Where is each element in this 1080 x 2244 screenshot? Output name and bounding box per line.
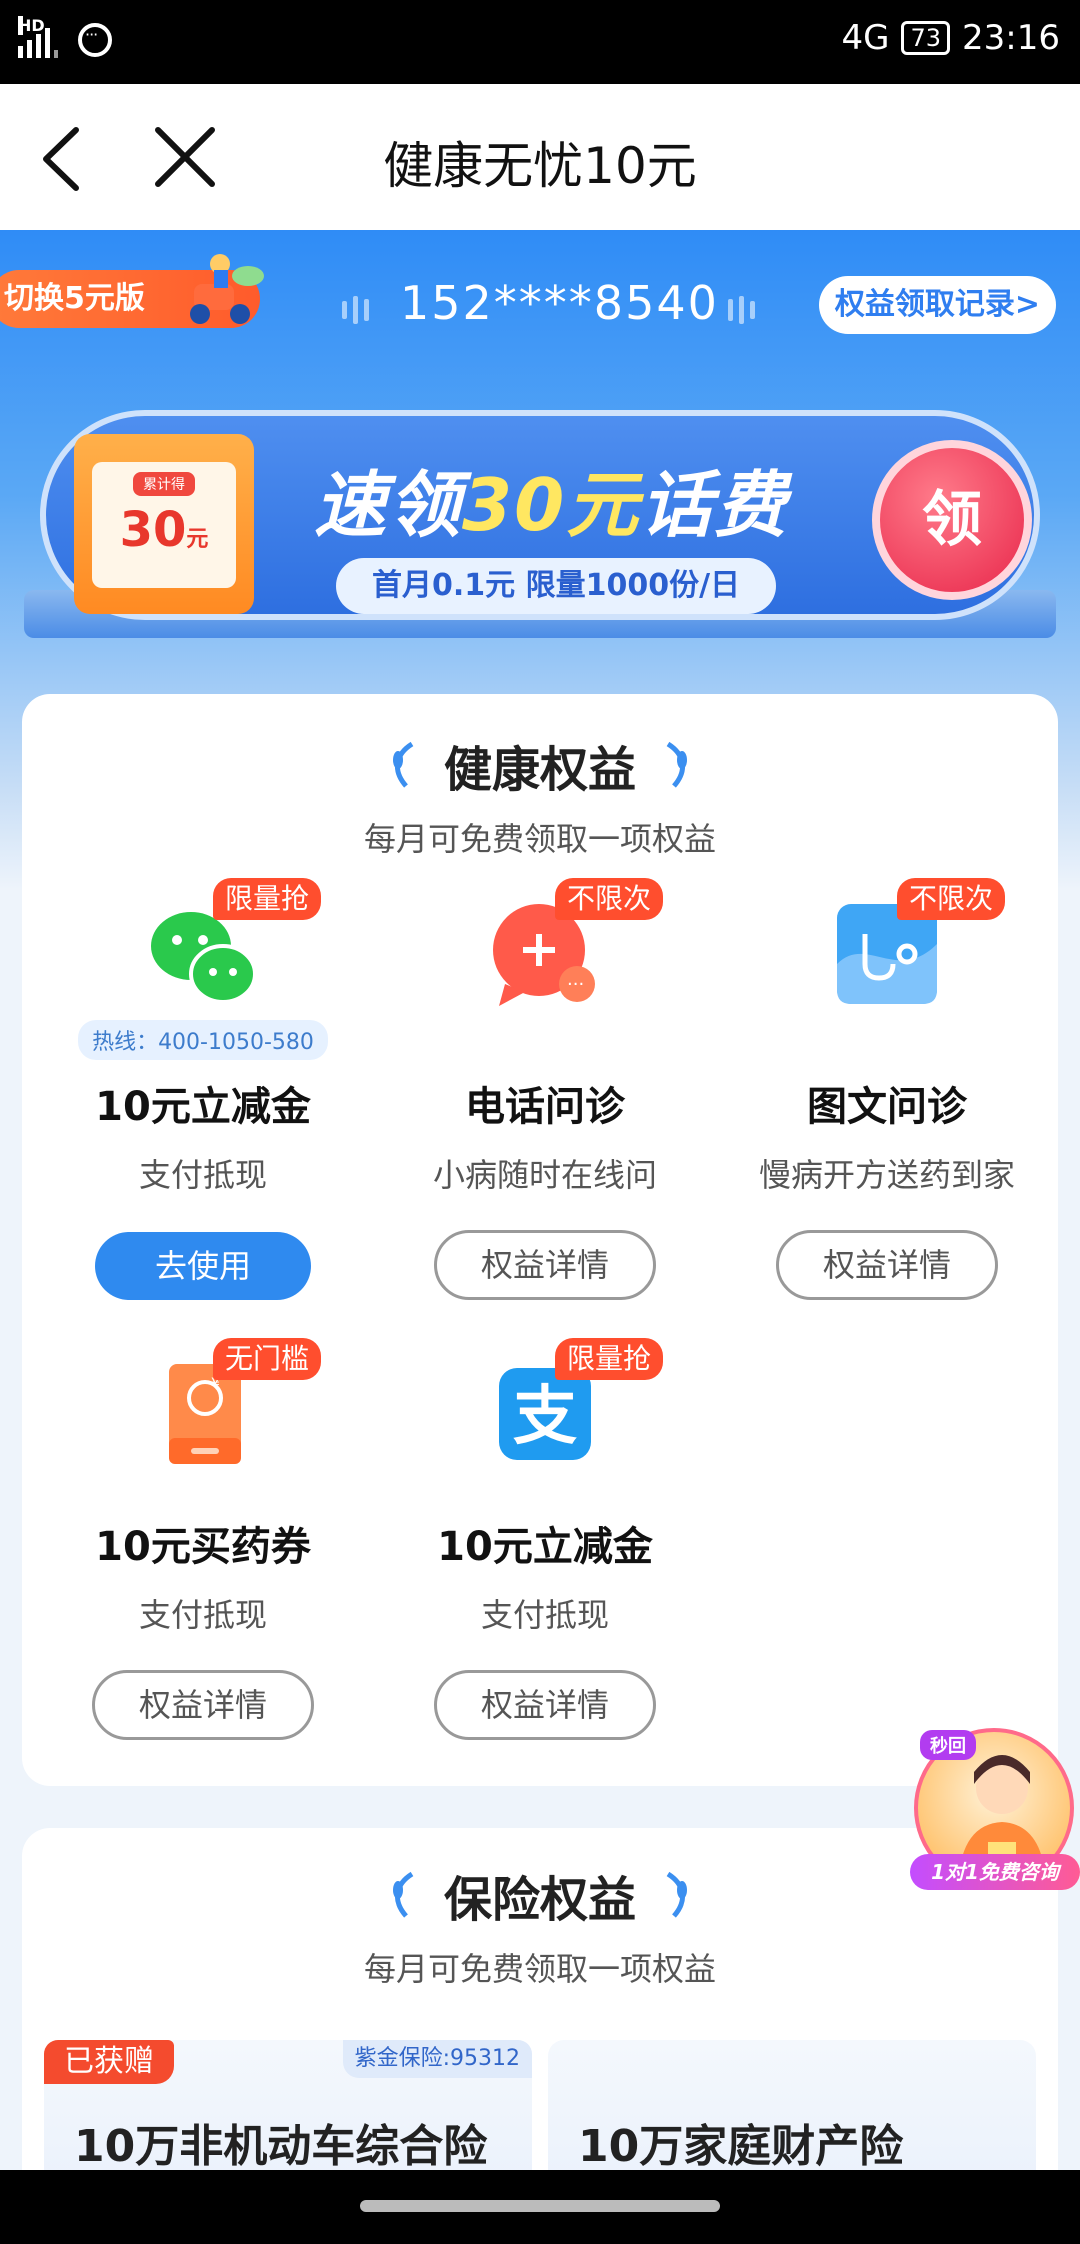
message-icon <box>78 23 112 57</box>
health-section-title: 健康权益 <box>443 742 636 798</box>
signal-icon: HD <box>18 16 58 58</box>
hd-label: HD <box>18 16 45 35</box>
benefit-item-text-consult[interactable]: 不限次 图文问诊 慢病开方送药到家 权益详情 <box>716 878 1058 1300</box>
detail-button[interactable]: 权益详情 <box>434 1230 656 1300</box>
free-consult-float-button[interactable]: 秒回 1对1免费咨询 <box>910 1728 1080 1898</box>
decor-bars-right <box>728 296 755 324</box>
hotline-label: 热线：400-1050-580 <box>78 1020 328 1060</box>
benefit-subtitle: 小病随时在线问 <box>432 1156 657 1194</box>
promo-title-highlight: 30元 <box>462 463 641 547</box>
home-indicator[interactable] <box>360 2200 720 2212</box>
gifted-badge: 已获赠 <box>44 2040 174 2084</box>
gift-tag: 累计得 <box>133 472 195 496</box>
status-badge: 不限次 <box>555 878 664 920</box>
detail-button[interactable]: 权益详情 <box>434 1670 656 1740</box>
svg-text:···: ··· <box>567 974 584 995</box>
promo-title-c: 话费 <box>640 463 789 547</box>
laurel-left-icon <box>392 741 414 788</box>
promo-title: 速领30元话费 <box>314 446 788 551</box>
network-type: 4G <box>841 18 890 58</box>
benefit-title: 电话问诊 <box>465 1084 625 1130</box>
nav-bar: 健康无忧10元 <box>0 84 1080 230</box>
benefit-item-wechat[interactable]: 限量抢 热线：400-1050-580 10元立减金 支付抵现 去使用 <box>32 878 374 1300</box>
scooter-icon <box>190 254 264 324</box>
insurance-section-subtitle: 每月可免费领取一项权益 <box>363 1950 716 1988</box>
health-benefits-card: 健康权益 每月可免费领取一项权益 限量抢 热线：400-1050-580 10元… <box>22 694 1058 1786</box>
decor-bars-left <box>342 296 369 324</box>
benefit-subtitle: 支付抵现 <box>138 1156 267 1194</box>
phone-number: 152****8540 <box>400 276 719 330</box>
promo-subtitle: 首月0.1元 限量1000份/日 <box>336 558 777 614</box>
free-consult-label: 1对1免费咨询 <box>910 1854 1080 1890</box>
benefit-subtitle: 支付抵现 <box>480 1596 609 1634</box>
status-badge: 无门槛 <box>213 1338 322 1380</box>
health-section-subtitle: 每月可免费领取一项权益 <box>363 820 716 858</box>
status-bar: HD 4G 73 23:16 <box>0 0 1080 84</box>
benefit-subtitle: 支付抵现 <box>138 1596 267 1634</box>
detail-button[interactable]: 权益详情 <box>92 1670 314 1740</box>
gift-unit: 元 <box>186 527 209 552</box>
benefit-record-button[interactable]: 权益领取记录> <box>818 276 1056 334</box>
system-nav-bar <box>0 2170 1080 2244</box>
insurance-title: 10万非机动车综合险 <box>74 2121 488 2172</box>
clock: 23:16 <box>962 18 1060 58</box>
use-button[interactable]: 去使用 <box>95 1232 311 1300</box>
benefit-subtitle: 慢病开方送药到家 <box>758 1156 1015 1194</box>
gift-value: 30 <box>119 502 187 558</box>
promo-banner[interactable]: 累计得 30元 速领30元话费 首月0.1元 限量1000份/日 领 <box>24 410 1056 650</box>
battery-indicator: 73 <box>901 21 951 55</box>
status-badge: 限量抢 <box>213 878 322 920</box>
laurel-left-icon <box>392 1871 414 1918</box>
promo-title-a: 速领 <box>314 463 463 547</box>
page-title: 健康无忧10元 <box>383 137 697 195</box>
benefit-title: 10元买药券 <box>95 1524 311 1570</box>
benefit-item-alipay[interactable]: 支 限量抢 10元立减金 支付抵现 权益详情 <box>374 1338 716 1740</box>
benefit-item-medicine-coupon[interactable]: ¥ 无门槛 10元买药券 支付抵现 权益详情 <box>32 1338 374 1740</box>
status-badge: 限量抢 <box>555 1338 664 1380</box>
insurer-label: 紫金保险:95312 <box>342 2040 532 2078</box>
benefit-title: 10元立减金 <box>95 1084 311 1130</box>
benefit-item-phone-consult[interactable]: ··· 不限次 电话问诊 小病随时在线问 权益详情 <box>374 878 716 1300</box>
benefit-title: 图文问诊 <box>807 1084 967 1130</box>
gift-box-icon: 累计得 30元 <box>74 434 254 614</box>
claim-button[interactable]: 领 <box>872 440 1032 600</box>
status-badge: 不限次 <box>897 878 1006 920</box>
svg-text:支: 支 <box>513 1380 577 1454</box>
insurance-section-title: 保险权益 <box>443 1872 636 1928</box>
insurance-title: 10万家庭财产险 <box>578 2121 904 2172</box>
benefit-title: 10元立减金 <box>437 1524 653 1570</box>
laurel-right-icon <box>666 1871 687 1918</box>
detail-button[interactable]: 权益详情 <box>776 1230 998 1300</box>
quick-reply-tag: 秒回 <box>920 1730 976 1760</box>
laurel-right-icon <box>666 741 687 788</box>
